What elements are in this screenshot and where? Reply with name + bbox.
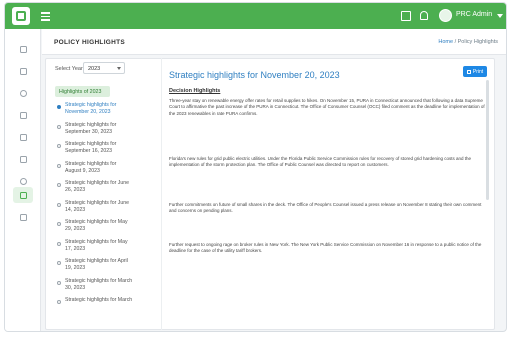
folder-icon (19, 155, 27, 163)
sidebar-item-dashboard[interactable] (13, 41, 33, 57)
panel-divider (161, 58, 162, 330)
bullet-icon (57, 280, 61, 285)
breadcrumb-current: Policy Highlights (457, 39, 498, 45)
highlight-list-item[interactable]: Strategic highlights for May 17, 2023 (55, 239, 153, 259)
list-item-date: 19, 2023 (65, 265, 86, 271)
list-item-label: Strategic highlights for (65, 160, 117, 167)
highlight-list-item[interactable]: Strategic highlights for June 26, 2023 (55, 180, 153, 200)
sidebar-item-analytics[interactable] (13, 107, 33, 123)
list-item-date: 30, 2023 (65, 284, 86, 291)
list-item-date: September 30, 2023 (65, 128, 113, 135)
document-icon (19, 67, 27, 75)
highlight-list-item[interactable]: Strategic highlights for May 29, 2023 (55, 219, 153, 239)
highlights-list: Strategic highlights for November 20, 202… (55, 102, 153, 317)
sidebar-item-home[interactable] (13, 129, 33, 145)
highlight-list-item[interactable]: Strategic highlights for March 30, 2023 (55, 278, 153, 298)
printer-icon (466, 69, 471, 74)
bullet-icon (57, 241, 61, 246)
bullet-icon (57, 144, 61, 148)
section-heading: Decision Highlights (169, 88, 221, 94)
fullscreen-icon[interactable] (401, 11, 411, 21)
sidebar-item-policy-highlights[interactable] (13, 187, 33, 203)
article-paragraph: Further request to ongoing rage on broke… (169, 242, 482, 254)
sidebar-item-files[interactable] (13, 151, 33, 167)
list-item-label: Strategic highlights for May (65, 219, 128, 225)
sidebar-item-reports[interactable] (13, 63, 33, 79)
page-header: POLICY HIGHLIGHTS Home / Policy Highligh… (42, 29, 506, 55)
print-button-label: Print (472, 68, 484, 75)
list-item-label: Strategic highlights for June (65, 180, 130, 186)
menu-toggle-icon[interactable] (41, 12, 50, 21)
chevron-down-icon[interactable] (117, 67, 121, 70)
circle-icon (19, 89, 27, 97)
print-button[interactable]: Print (463, 66, 487, 77)
list-item-label: Strategic highlights for April (65, 258, 128, 264)
highlights-year-header: Highlights of 2023 (55, 86, 110, 97)
article-paragraph: Florida's new rules for grid public elec… (169, 156, 471, 168)
user-menu-caret-icon[interactable] (497, 14, 503, 18)
bullet-icon (57, 222, 61, 226)
app-logo[interactable] (12, 7, 30, 25)
list-item-date: 14, 2023 (65, 206, 86, 213)
article-paragraph: Further commitments on future of small s… (169, 202, 482, 214)
bullet-icon (57, 183, 61, 187)
archive-icon (19, 213, 27, 221)
sidebar-item-alerts[interactable] (13, 85, 33, 101)
sidebar-nav (5, 29, 41, 331)
breadcrumb: Home / Policy Highlights (438, 39, 498, 45)
list-item-label: Strategic highlights for May (65, 238, 128, 245)
list-item-date: November 20, 2023 (65, 109, 111, 115)
bullet-icon (57, 202, 61, 207)
list-item-label: Strategic highlights for (65, 141, 117, 147)
list-item-date: August 9, 2023 (65, 167, 100, 174)
year-filter-label: Select Year (55, 66, 83, 72)
list-item-label: Strategic highlights for March (65, 297, 133, 303)
list-item-label: Strategic highlights for (65, 102, 117, 108)
user-name[interactable]: PRC Admin (456, 11, 492, 18)
bullet-icon (57, 124, 61, 129)
breadcrumb-separator: / (454, 39, 457, 45)
list-item-label: Strategic highlights for March (65, 277, 133, 284)
article-title: Strategic highlights for November 20, 20… (169, 70, 340, 80)
bullet-icon (57, 261, 61, 265)
home-icon (19, 133, 27, 141)
bullet-icon (57, 300, 61, 304)
highlight-list-item[interactable]: Strategic highlights for November 20, 202… (55, 102, 153, 122)
notification-bell-icon[interactable] (419, 11, 429, 21)
grid-icon (19, 45, 27, 53)
list-item-date: 29, 2023 (65, 226, 86, 232)
chart-icon (19, 111, 27, 119)
article-paragraph: Three-year stay on renewable energy offe… (169, 98, 485, 116)
gear-icon (19, 177, 27, 185)
list-item-date: 17, 2023 (65, 245, 86, 252)
content-area: Select Year 2023 Highlights of 2023 Stra… (45, 58, 495, 330)
bullet-icon (57, 105, 61, 109)
highlights-list-panel: Highlights of 2023 Strategic highlights … (51, 80, 155, 330)
list-item-label: Strategic highlights for (65, 121, 117, 128)
sidebar-item-archive[interactable] (13, 209, 33, 225)
highlight-list-item[interactable]: Strategic highlights for August 9, 2023 (55, 161, 153, 181)
list-item-label: Strategic highlights for June (65, 199, 130, 206)
highlight-list-item[interactable]: Strategic highlights for April 19, 2023 (55, 258, 153, 278)
highlight-list-item[interactable]: Strategic highlights for September 30, 20… (55, 122, 153, 142)
list-item-date: 26, 2023 (65, 187, 86, 193)
highlight-list-item[interactable]: Strategic highlights for September 16, 20… (55, 141, 153, 161)
top-bar: PRC Admin (5, 3, 506, 29)
breadcrumb-home-link[interactable]: Home (438, 39, 453, 45)
bullet-icon (57, 163, 61, 168)
article-scrollbar[interactable] (486, 80, 489, 200)
highlight-icon (19, 191, 27, 199)
list-item-date: September 16, 2023 (65, 148, 113, 154)
highlight-list-item[interactable]: Strategic highlights for June 14, 2023 (55, 200, 153, 220)
highlight-list-item[interactable]: Strategic highlights for March (55, 297, 153, 317)
user-avatar[interactable] (439, 9, 452, 22)
article-header: Strategic highlights for November 20, 20… (169, 66, 487, 80)
page-title: POLICY HIGHLIGHTS (54, 39, 126, 46)
